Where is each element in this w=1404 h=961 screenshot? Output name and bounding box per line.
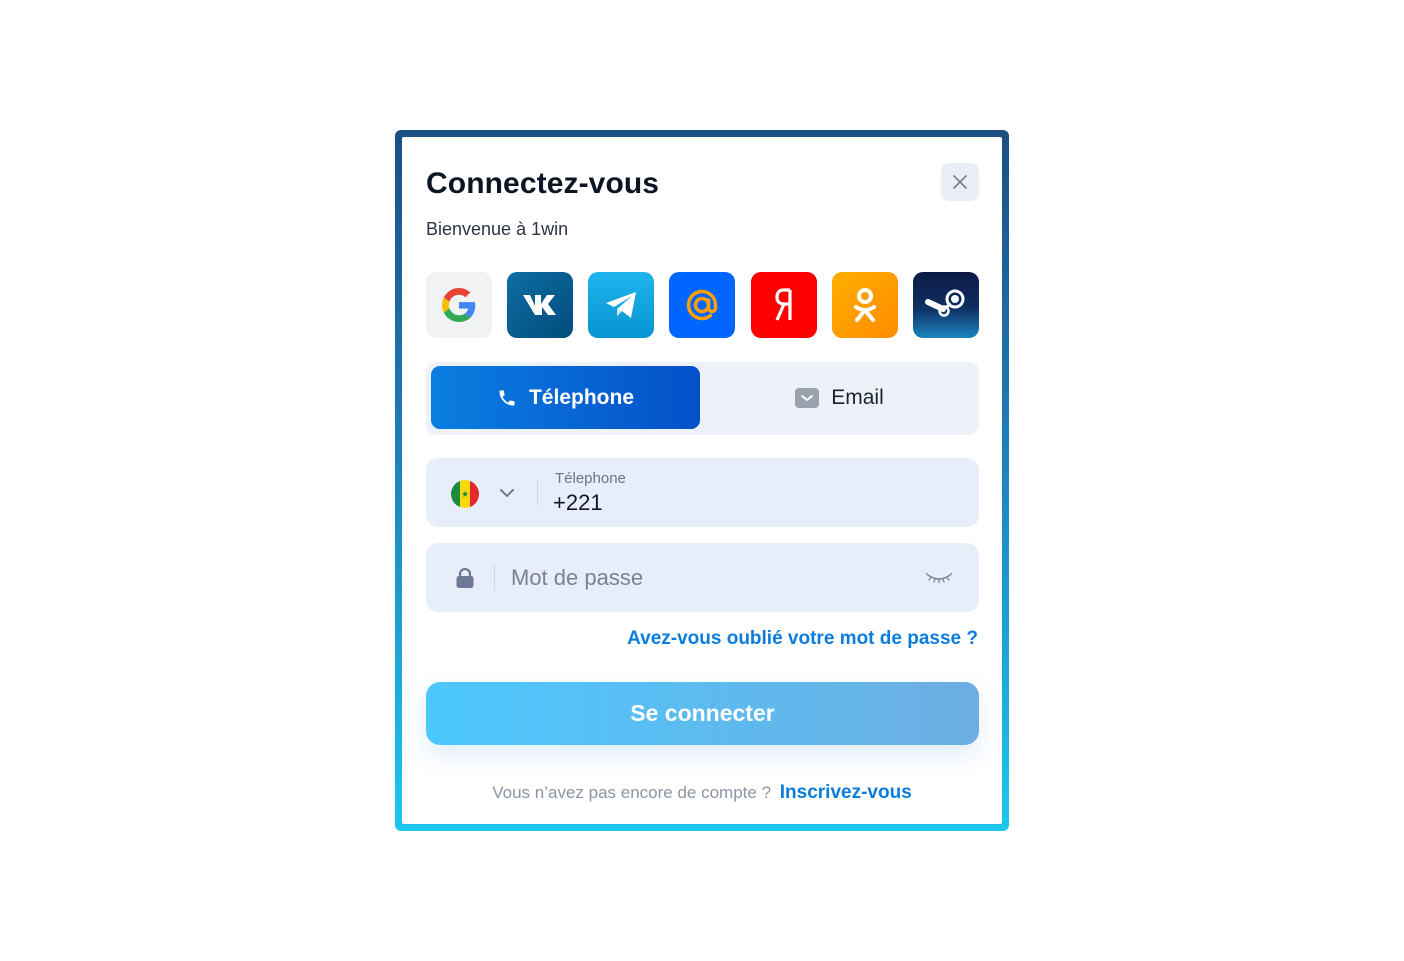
yandex-login-button[interactable] [750, 272, 817, 338]
tab-phone[interactable]: Télephone [431, 366, 700, 429]
modal-subtitle: Bienvenue à 1win [426, 219, 569, 239]
mail-ru-icon [687, 289, 718, 321]
envelope-icon [795, 387, 820, 408]
phone-field-label: Télephone [555, 470, 626, 487]
close-button[interactable] [941, 163, 979, 201]
signup-prompt: Vous n’avez pas encore de compte ? Inscr… [402, 782, 1002, 804]
yandex-icon [775, 288, 792, 321]
telegram-icon [606, 292, 637, 318]
password-field [426, 543, 979, 612]
forgot-password-link[interactable]: Avez-vous oublié votre mot de passe ? [627, 628, 978, 650]
steam-icon [924, 289, 965, 317]
signup-prompt-text: Vous n’avez pas encore de compte ? [492, 783, 772, 802]
modal-title: Connectez-vous [426, 167, 660, 200]
google-icon [442, 288, 476, 322]
social-login-list [426, 272, 979, 338]
chevron-down-icon[interactable] [498, 484, 516, 502]
vk-login-button[interactable] [507, 272, 574, 338]
tab-email-label: Email [831, 385, 884, 409]
close-icon [953, 175, 967, 189]
tab-phone-label: Télephone [528, 385, 634, 409]
google-login-button[interactable] [426, 272, 492, 338]
signup-link[interactable]: Inscrivez-vous [780, 782, 912, 803]
telegram-login-button[interactable] [588, 272, 655, 338]
modal-frame: Connectez-vous Bienvenue à 1win Télephon… [395, 130, 1009, 831]
vk-icon [523, 295, 557, 315]
odnoklassniki-login-button[interactable] [831, 272, 898, 338]
password-input[interactable] [511, 563, 891, 593]
login-modal: Connectez-vous Bienvenue à 1win Télephon… [402, 137, 1002, 824]
phone-input[interactable] [553, 490, 953, 516]
steam-login-button[interactable] [912, 272, 979, 338]
mail-ru-login-button[interactable] [669, 272, 736, 338]
phone-field: ★ Télephone [426, 458, 979, 527]
eye-closed-icon[interactable] [926, 571, 952, 585]
tab-email[interactable]: Email [705, 366, 974, 429]
senegal-flag-icon[interactable]: ★ [451, 480, 479, 508]
login-button[interactable]: Se connecter [426, 682, 979, 745]
phone-icon [499, 390, 515, 405]
login-method-tabs: Télephone Email [426, 362, 979, 435]
odnoklassniki-icon [853, 288, 876, 322]
field-divider [537, 480, 538, 506]
field-divider [494, 565, 495, 591]
lock-icon [456, 568, 474, 588]
